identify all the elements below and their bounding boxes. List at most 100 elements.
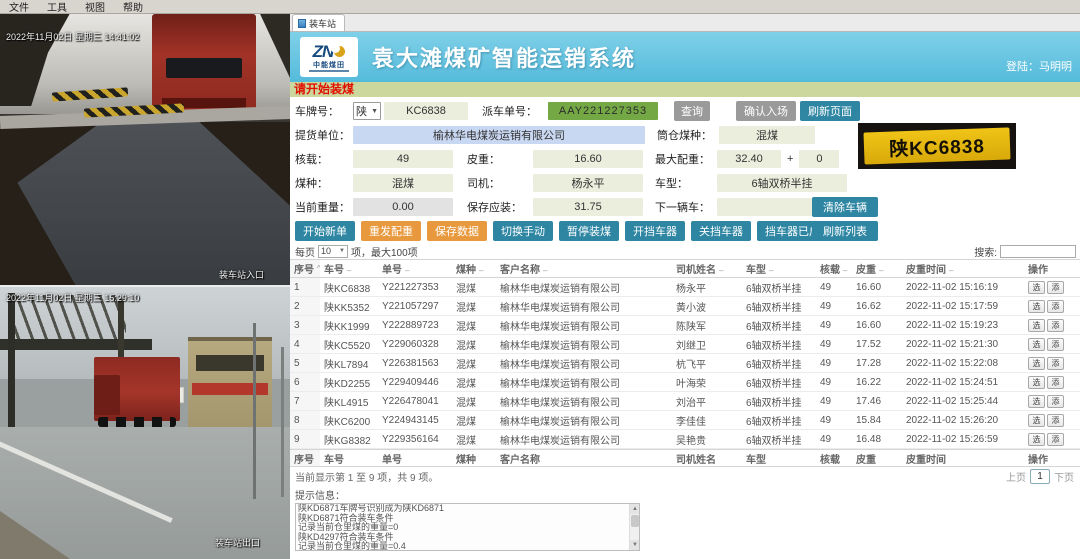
row-action-button[interactable]: 添 [1047, 281, 1064, 294]
row-action-button[interactable]: 选 [1028, 338, 1045, 351]
tab-loading-station[interactable]: 装车站 [292, 14, 345, 31]
truck-wheels-graphic [98, 417, 176, 427]
row-action-button[interactable]: 选 [1028, 433, 1045, 446]
confirm-entry-button[interactable]: 确认入场 [736, 101, 796, 121]
menu-item[interactable]: 文件 [0, 0, 38, 14]
column-header: 车号 [320, 451, 378, 466]
column-header[interactable]: 单号– [378, 261, 452, 276]
scroll-down-icon[interactable]: ▼ [630, 540, 640, 550]
row-action-button[interactable]: 选 [1028, 281, 1045, 294]
toolbar-button[interactable]: 暂停装煤 [559, 221, 619, 241]
toolbar-button[interactable]: 开挡车器 [625, 221, 685, 241]
row-action-button[interactable]: 添 [1047, 319, 1064, 332]
query-button[interactable]: 查询 [674, 101, 710, 121]
plate-label: 车牌号： [295, 103, 353, 119]
cell-no: 4 [290, 335, 320, 353]
cell-customer: 榆林华电煤炭运销有限公司 [496, 413, 672, 428]
prev-page-button[interactable]: 上页 [1006, 469, 1026, 484]
chevron-down-icon: ▼ [371, 108, 378, 115]
coal-type-field: 混煤 [353, 174, 453, 192]
column-header[interactable]: 皮重– [852, 261, 902, 276]
column-header[interactable]: 皮重时间– [902, 261, 1024, 276]
table-row[interactable]: 4陕KC5520Y229060328混煤榆林华电煤炭运销有限公司刘继卫6轴双桥半… [290, 335, 1080, 354]
truck-cab-graphic [94, 375, 120, 415]
row-action-button[interactable]: 添 [1047, 357, 1064, 370]
scroll-thumb[interactable] [631, 515, 639, 527]
cell-driver: 刘继卫 [672, 337, 742, 352]
row-action-button[interactable]: 添 [1047, 395, 1064, 408]
hint-label: 提示信息： [290, 485, 1080, 503]
table-row[interactable]: 9陕KG8382Y229356164混煤榆林华电煤炭运销有限公司吴艳贵6轴双桥半… [290, 430, 1080, 449]
cell-actions: 选添 [1024, 433, 1080, 446]
next-page-button[interactable]: 下页 [1054, 469, 1074, 484]
toolbar-button[interactable]: 开始新单 [295, 221, 355, 241]
entrance-camera-label: 装车站入口 [219, 268, 264, 281]
row-action-button[interactable]: 添 [1047, 414, 1064, 427]
column-header[interactable]: 核载– [816, 261, 852, 276]
load-limit-field: 49 [353, 150, 453, 168]
column-header[interactable]: 序号^ [290, 260, 320, 277]
tare-field: 16.60 [533, 150, 643, 168]
refresh-list-button[interactable]: 刷新列表 [812, 221, 878, 241]
row-action-button[interactable]: 选 [1028, 357, 1045, 370]
column-header: 序号 [290, 450, 320, 466]
table-row[interactable]: 2陕KK5352Y221057297混煤榆林华电煤炭运销有限公司黄小波6轴双桥半… [290, 297, 1080, 316]
table-row[interactable]: 5陕KL7894Y226381563混煤榆林华电煤炭运销有限公司杭飞平6轴双桥半… [290, 354, 1080, 373]
column-header[interactable]: 车号– [320, 261, 378, 276]
table-row[interactable]: 8陕KC6200Y224943145混煤榆林华电煤炭运销有限公司李佳佳6轴双桥半… [290, 411, 1080, 430]
menu-item[interactable]: 视图 [76, 0, 114, 14]
cell-tare: 16.60 [852, 320, 902, 331]
dispatch-number-field[interactable]: AAY221227353 [548, 102, 658, 120]
row-action-button[interactable]: 添 [1047, 338, 1064, 351]
cell-type: 6轴双桥半挂 [742, 318, 816, 333]
menu-item[interactable]: 帮助 [114, 0, 152, 14]
row-action-button[interactable]: 选 [1028, 376, 1045, 389]
toolbar-button[interactable]: 保存数据 [427, 221, 487, 241]
row-action-button[interactable]: 添 [1047, 300, 1064, 313]
planned-load-field: 31.75 [533, 198, 643, 216]
search-input[interactable] [1000, 245, 1076, 258]
clear-truck-button[interactable]: 清除车辆 [812, 197, 878, 217]
row-action-button[interactable]: 选 [1028, 319, 1045, 332]
province-select[interactable]: 陕 ▼ [353, 102, 381, 120]
page-size-select[interactable]: 10 ▼ [318, 245, 348, 258]
license-plate-image: 陕KC6838 [858, 123, 1016, 169]
current-page-button[interactable]: 1 [1030, 469, 1050, 484]
cell-driver: 李佳佳 [672, 413, 742, 428]
column-header[interactable]: 煤种– [452, 261, 496, 276]
toolbar-button[interactable]: 关挡车器 [691, 221, 751, 241]
row-action-button[interactable]: 选 [1028, 395, 1045, 408]
column-header: 操作 [1024, 451, 1080, 466]
cell-actions: 选添 [1024, 319, 1080, 332]
toolbar-button[interactable]: 切换手动 [493, 221, 553, 241]
exit-camera-view: 2022年11月02日 星期三 15:29:10 装车站出口 [0, 285, 290, 559]
column-header[interactable]: 车型– [742, 261, 816, 276]
log-scrollbar[interactable]: ▲ ▼ [629, 504, 639, 550]
current-weight-field: 0.00 [353, 198, 453, 216]
crescent-icon [334, 46, 345, 57]
column-header[interactable]: 客户名称– [496, 261, 672, 276]
menu-item[interactable]: 工具 [38, 0, 76, 14]
message-log[interactable]: 陕KD6871车牌号识别成为陕KD6871陕KD6871符合装车条件记录当前仓里… [295, 503, 640, 551]
row-action-button[interactable]: 添 [1047, 376, 1064, 389]
table-summary: 当前显示第 1 至 9 项，共 9 项。 [295, 469, 438, 484]
refresh-page-button[interactable]: 刷新页面 [800, 101, 860, 121]
app-window: 文件工具视图帮助 2022年11月02日 星期三 14:41:02 装车站入口 [0, 0, 1080, 559]
row-action-button[interactable]: 选 [1028, 414, 1045, 427]
column-header[interactable]: 司机姓名– [672, 261, 742, 276]
sort-icon: – [347, 266, 351, 275]
sort-icon: – [949, 266, 953, 275]
consignee-label: 提货单位： [295, 127, 353, 143]
table-row[interactable]: 1陕KC6838Y221227353混煤榆林华电煤炭运销有限公司杨永平6轴双桥半… [290, 278, 1080, 297]
max-ballast-field: 32.40 [717, 150, 781, 168]
table-row[interactable]: 6陕KD2255Y229409446混煤榆林华电煤炭运销有限公司叶海荣6轴双桥半… [290, 373, 1080, 392]
row-action-button[interactable]: 选 [1028, 300, 1045, 313]
table-row[interactable]: 3陕KK1999Y222889723混煤榆林华电煤炭运销有限公司陈陕军6轴双桥半… [290, 316, 1080, 335]
scroll-up-icon[interactable]: ▲ [630, 504, 640, 514]
table-row[interactable]: 7陕KL4915Y226478041混煤榆林华电煤炭运销有限公司刘治平6轴双桥半… [290, 392, 1080, 411]
row-action-button[interactable]: 添 [1047, 433, 1064, 446]
coal-type-label: 煤种： [295, 175, 353, 191]
plate-number-input[interactable]: KC6838 [384, 102, 468, 120]
toolbar-button[interactable]: 重发配重 [361, 221, 421, 241]
guard-house-graphic [188, 337, 272, 433]
